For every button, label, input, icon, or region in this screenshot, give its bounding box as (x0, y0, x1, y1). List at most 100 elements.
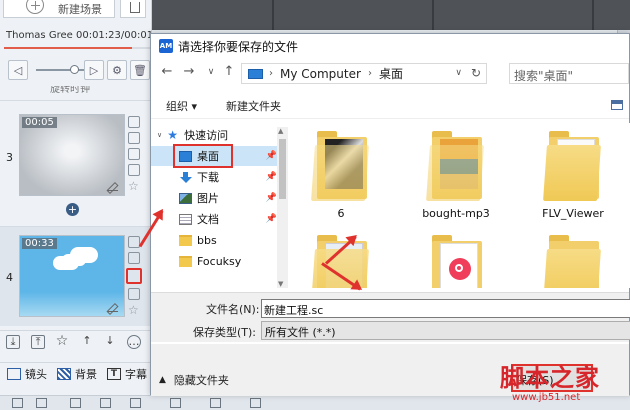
tree-item-pictures[interactable]: 图片 📌 (151, 188, 277, 208)
add-scene-icon[interactable]: + (66, 203, 79, 216)
scroll-thumb[interactable] (279, 139, 286, 199)
tree-scrollbar[interactable]: ▲ ▼ (277, 127, 288, 288)
save-file-dialog: AM 请选择你要保存的文件 ← → ∨ ↑ › My Computer › 桌面… (150, 33, 630, 396)
gear-icon[interactable]: ⚙ (107, 60, 127, 80)
tab-label: 镜头 (25, 367, 47, 381)
volume-up-icon[interactable]: ▷ (84, 60, 104, 80)
music-app-icon-inner (455, 264, 463, 272)
volume-slider[interactable] (36, 65, 84, 74)
star-icon[interactable]: ☆ (128, 180, 140, 192)
tool-icon[interactable] (210, 398, 221, 408)
folder-item[interactable]: 6 (291, 131, 391, 220)
audio-track-info: Thomas Gree 00:01:23/00:01:4 (6, 30, 152, 44)
organize-menu[interactable]: 组织 ▾ (166, 98, 197, 114)
folder-icon (179, 255, 192, 267)
folder-item[interactable]: bought-mp3 (406, 131, 506, 220)
filter-icon[interactable] (12, 398, 23, 408)
search-input[interactable]: 搜索"桌面" (509, 63, 629, 84)
import-icon[interactable]: ⤓ (6, 335, 20, 349)
edit-pen-icon[interactable] (108, 302, 118, 312)
camera-icon (7, 367, 21, 380)
notes-button[interactable] (120, 0, 146, 18)
hide-folders-toggle[interactable]: ▲ 隐藏文件夹 (159, 372, 229, 388)
up-arrow-icon[interactable]: ↑ (221, 64, 237, 80)
delete-icon[interactable] (128, 132, 140, 144)
audio-time: 00:01:23/00:01:4 (75, 30, 152, 41)
save-scene-icon[interactable] (126, 268, 142, 284)
star-icon[interactable]: ☆ (55, 334, 69, 349)
export-icon[interactable] (128, 288, 140, 300)
dialog-titlebar: AM 请选择你要保存的文件 (151, 34, 629, 58)
volume-down-icon[interactable]: ◁ (8, 60, 28, 80)
scene-thumbnail[interactable]: 00:05 (19, 114, 125, 196)
recent-dropdown-icon[interactable]: ∨ (203, 64, 219, 80)
more-icon[interactable]: … (127, 335, 141, 349)
arrow-up-icon[interactable]: ↑ (80, 335, 94, 349)
tree-item-downloads[interactable]: 下载 📌 (151, 167, 277, 187)
app-icon: AM (159, 39, 173, 53)
tree-item-documents[interactable]: 文档 📌 (151, 209, 277, 229)
scene-thumbnail[interactable]: 00:33 (19, 235, 125, 317)
tab-subtitle[interactable]: T 字幕 (100, 363, 150, 384)
volume-controls: ◁ ▷ ⚙ 🗑 (8, 58, 151, 82)
documents-icon (179, 213, 192, 225)
forward-arrow-icon[interactable]: → (181, 64, 197, 80)
copy-icon[interactable] (128, 116, 140, 128)
back-arrow-icon[interactable]: ← (159, 64, 175, 80)
address-bar[interactable]: › My Computer › 桌面 ∨ ↻ (241, 63, 487, 84)
scene-item-selected[interactable]: 4 00:33 ☆ (0, 226, 150, 326)
star-icon[interactable]: ☆ (128, 304, 140, 316)
folder-item[interactable] (523, 235, 623, 288)
breadcrumb-folder[interactable]: 桌面 (379, 65, 403, 82)
filetype-select[interactable]: 所有文件 (*.*) (261, 321, 630, 340)
copy-icon[interactable] (128, 236, 140, 248)
trash-icon[interactable]: 🗑 (130, 60, 150, 80)
scroll-up-icon[interactable]: ▲ (278, 127, 283, 135)
refresh-icon[interactable]: ↻ (471, 66, 481, 80)
expand-caret-icon[interactable]: ∨ (157, 131, 162, 139)
folder-icon (311, 235, 369, 288)
tree-item-label: 图片 (197, 192, 219, 205)
tree-item-quick-access[interactable]: ∨ ★ 快速访问 (151, 125, 277, 145)
pin-icon[interactable]: 📌 (266, 172, 277, 182)
computer-icon (248, 68, 263, 79)
scroll-down-icon[interactable]: ▼ (278, 280, 283, 288)
tool-icon[interactable] (170, 398, 181, 408)
audio-progress[interactable] (4, 47, 150, 49)
scene-duration: 00:33 (22, 238, 57, 249)
tab-background[interactable]: 背景 (50, 363, 100, 384)
delete-icon[interactable] (128, 252, 140, 264)
tool-icon[interactable] (70, 398, 81, 408)
save-scene-icon[interactable] (128, 148, 140, 160)
folder-item[interactable] (406, 235, 506, 288)
tree-item-focuksy[interactable]: Focuksy (151, 251, 277, 271)
new-folder-button[interactable]: 新建文件夹 (226, 98, 281, 114)
arrow-down-icon[interactable]: ↓ (103, 335, 117, 349)
filename-label: 文件名(N): (206, 303, 260, 316)
edit-pen-icon[interactable] (108, 181, 118, 191)
address-dropdown-icon[interactable]: ∨ (455, 68, 462, 78)
new-scene-button[interactable]: 新建场景 (3, 0, 115, 18)
folder-icon (543, 131, 601, 201)
pin-icon[interactable]: 📌 (266, 214, 277, 224)
export-icon[interactable]: ⤒ (31, 335, 45, 349)
pin-icon[interactable]: 📌 (266, 193, 277, 203)
export-icon[interactable] (128, 164, 140, 176)
scene-item[interactable]: 3 00:05 ☆ (0, 100, 150, 200)
folder-item[interactable] (291, 235, 391, 288)
tree-item-bbs[interactable]: bbs (151, 230, 277, 250)
tool-icon[interactable] (130, 398, 141, 408)
breadcrumb-root[interactable]: My Computer (280, 67, 361, 81)
partial-label: 旋转时钟 (50, 86, 90, 95)
tool-icon[interactable] (250, 398, 261, 408)
volume-knob[interactable] (70, 65, 79, 74)
pin-icon[interactable]: 📌 (266, 151, 277, 161)
view-options-icon[interactable] (611, 100, 623, 110)
filename-input[interactable]: 新建工程.sc (261, 299, 630, 318)
element-tabs: 镜头 背景 T 字幕 (0, 362, 150, 384)
folder-item[interactable]: FLV_Viewer (523, 131, 623, 220)
grid-icon[interactable] (36, 398, 47, 408)
navigation-bar: ← → ∨ ↑ › My Computer › 桌面 ∨ ↻ 搜索"桌面" (151, 60, 629, 86)
tool-icon[interactable] (100, 398, 111, 408)
tab-camera[interactable]: 镜头 (0, 363, 50, 384)
